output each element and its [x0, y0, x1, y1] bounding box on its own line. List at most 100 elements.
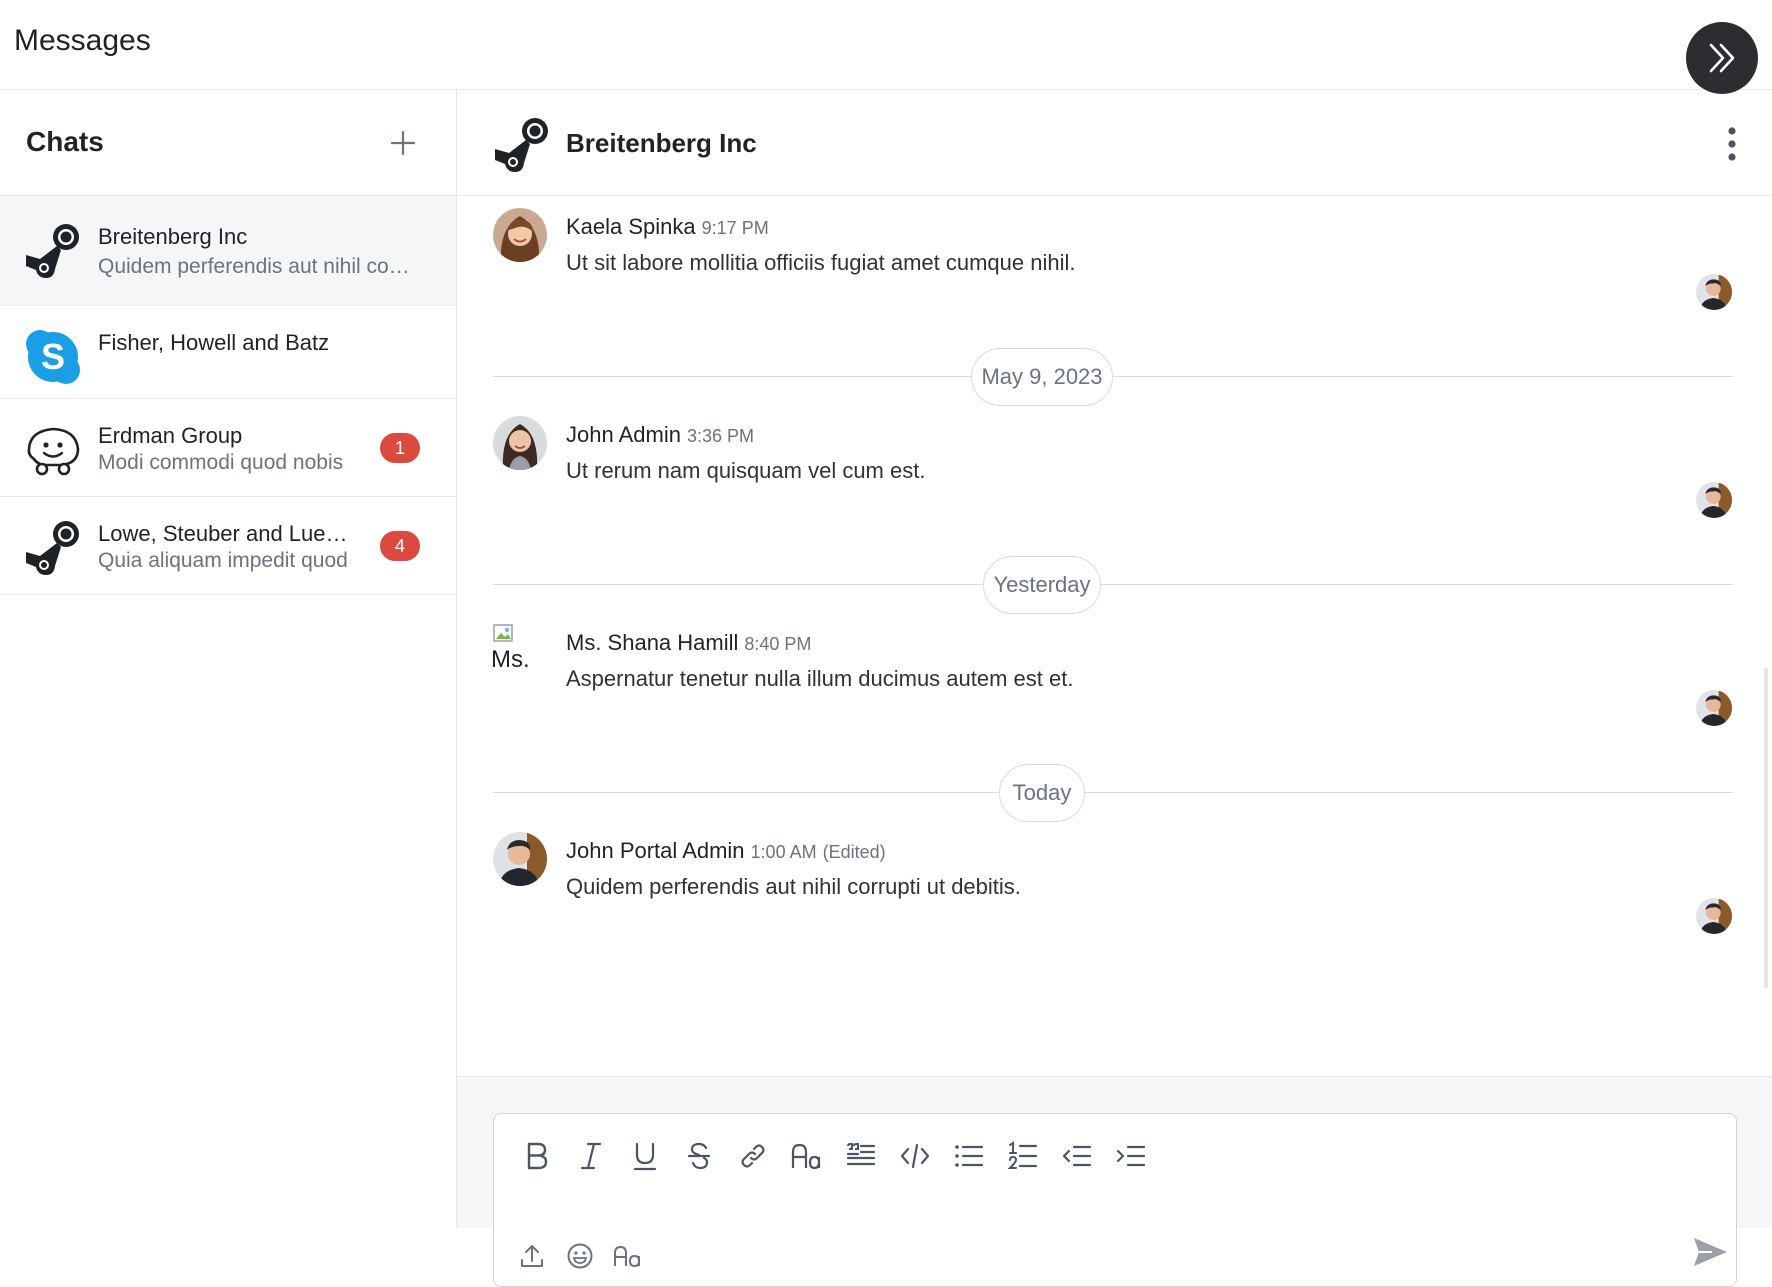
outdent-icon: [1062, 1145, 1092, 1167]
date-divider: May 9, 2023: [493, 348, 1733, 406]
formatting-toolbar: [516, 1134, 1164, 1178]
quote-button[interactable]: [840, 1134, 882, 1178]
message-item: John Portal Admin 1:00 AM (Edited) Quidem …: [493, 832, 1733, 942]
scrollbar[interactable]: [1764, 668, 1768, 988]
read-receipt-avatar: [1696, 274, 1732, 310]
message-time: 3:36 PM: [686, 426, 755, 446]
message-sender: John Admin: [566, 422, 681, 447]
message-meta: John Portal Admin 1:00 AM (Edited): [566, 838, 886, 864]
quote-icon: [846, 1143, 876, 1166]
message-text: Quidem perferendis aut nihil corrupti ut…: [566, 874, 1021, 899]
avatar: [493, 416, 547, 470]
message-meta: Kaela Spinka 9:17 PM: [566, 214, 769, 240]
app-title: Messages: [14, 24, 151, 57]
date-divider-label: Today: [999, 764, 1085, 822]
message-meta: Ms. Shana Hamill 8:40 PM: [566, 630, 811, 656]
upload-button[interactable]: [512, 1236, 552, 1276]
date-divider-label: May 9, 2023: [971, 348, 1113, 406]
read-receipt-avatar: [1696, 898, 1732, 934]
read-receipt-avatar: [1696, 482, 1732, 518]
bold-icon: [527, 1142, 548, 1170]
text-size-icon: [791, 1143, 821, 1170]
composer-area: [457, 1076, 1772, 1287]
numbered-list-button[interactable]: [1002, 1134, 1044, 1178]
numbered-list-icon: [1008, 1141, 1038, 1169]
svg-text:S: S: [41, 336, 65, 377]
date-divider: Today: [493, 764, 1733, 822]
conversation-header: Breitenberg Inc: [457, 90, 1772, 196]
strikethrough-button[interactable]: [678, 1134, 720, 1178]
italic-icon: [580, 1142, 602, 1170]
chat-sidebar: Chats Breitenberg Inc Quidem perferendis…: [0, 90, 457, 1228]
chats-title: Chats: [26, 126, 104, 157]
formatting-icon: [614, 1245, 640, 1268]
bold-button[interactable]: [516, 1134, 558, 1178]
date-divider: Yesterday: [493, 556, 1733, 614]
chat-item-name: Lowe, Steuber and Lueilwitz: [98, 521, 350, 546]
sidebar-header: Chats: [0, 90, 456, 196]
text-size-button[interactable]: [786, 1134, 828, 1178]
chat-item-preview: Quidem perferendis aut nihil corrupti ut…: [98, 255, 413, 278]
message-sender: Ms. Shana Hamill: [566, 630, 739, 655]
unread-badge: 1: [380, 433, 420, 463]
bullet-list-button[interactable]: [948, 1134, 990, 1178]
message-item: Ms. Ms. Shana Hamill 8:40 PM Aspernatur t…: [491, 624, 1733, 734]
message-text: Ut sit labore mollitia officiis fugiat a…: [566, 250, 1076, 275]
waze-logo-icon: [27, 427, 80, 476]
more-options-icon[interactable]: [1717, 124, 1747, 164]
message-meta: John Admin 3:36 PM: [566, 422, 754, 448]
message-time: 9:17 PM: [701, 218, 769, 238]
read-receipt-avatar: [1696, 690, 1732, 726]
emoji-icon: [567, 1243, 593, 1269]
chat-item-preview: Modi commodi quod nobis: [98, 451, 344, 474]
avatar: Ms.: [491, 624, 547, 678]
message-item: Kaela Spinka 9:17 PM Ut sit labore mollit…: [493, 208, 1733, 318]
chat-item-breitenberg-inc[interactable]: Breitenberg Inc Quidem perferendis aut n…: [0, 196, 456, 306]
avatar-alt-text: Ms.: [491, 646, 530, 673]
conversation-panel: Breitenberg Inc Kaela Spinka 9:17 PM Ut s…: [457, 90, 1772, 1287]
message-composer[interactable]: [493, 1113, 1737, 1287]
message-list[interactable]: Kaela Spinka 9:17 PM Ut sit labore mollit…: [457, 196, 1772, 1076]
top-bar: Messages: [0, 0, 1772, 94]
broken-image-icon: [493, 624, 513, 642]
unread-badge: 4: [380, 531, 420, 561]
send-icon[interactable]: [1690, 1232, 1730, 1272]
bullet-list-icon: [955, 1145, 984, 1167]
message-text: Ut rerum nam quisquam vel cum est.: [566, 458, 926, 483]
emoji-button[interactable]: [560, 1236, 600, 1276]
chat-item-erdman-group[interactable]: Erdman Group Modi commodi quod nobis 1: [0, 399, 456, 497]
message-sender: John Portal Admin: [566, 838, 745, 863]
composer-actions: [512, 1236, 656, 1276]
code-button[interactable]: [894, 1134, 936, 1178]
link-icon: [741, 1144, 765, 1168]
add-chat-icon[interactable]: [388, 128, 418, 158]
italic-button[interactable]: [570, 1134, 612, 1178]
skype-logo-icon: S: [26, 330, 80, 384]
indent-icon: [1116, 1145, 1146, 1167]
date-divider-label: Yesterday: [983, 556, 1101, 614]
chat-item-fisher-howell-batz[interactable]: S Fisher, Howell and Batz: [0, 306, 456, 399]
conversation-title: Breitenberg Inc: [566, 128, 757, 158]
chat-item-preview: Quia aliquam impedit quod: [98, 549, 348, 572]
expand-panel-button[interactable]: [1686, 22, 1758, 94]
strikethrough-icon: [687, 1142, 711, 1170]
message-text: Aspernatur tenetur nulla illum ducimus a…: [566, 666, 1074, 691]
indent-button[interactable]: [1110, 1134, 1152, 1178]
chat-item-name: Erdman Group: [98, 423, 243, 448]
avatar: [493, 208, 547, 262]
underline-button[interactable]: [624, 1134, 666, 1178]
link-button[interactable]: [732, 1134, 774, 1178]
code-icon: [900, 1143, 930, 1169]
steam-logo-icon: [493, 116, 551, 174]
chat-item-name: Fisher, Howell and Batz: [98, 330, 330, 355]
chat-item-lowe-steuber-lueilwitz[interactable]: Lowe, Steuber and Lueilwitz Quia aliquam…: [0, 497, 456, 595]
message-item: John Admin 3:36 PM Ut rerum nam quisquam …: [493, 416, 1733, 526]
message-time: 8:40 PM: [744, 634, 812, 654]
steam-logo-icon: [24, 222, 82, 280]
chat-item-name: Breitenberg Inc: [98, 224, 248, 249]
message-time: 1:00 AM: [750, 842, 817, 862]
formatting-toggle-button[interactable]: [608, 1236, 648, 1276]
steam-logo-icon: [24, 519, 82, 577]
double-chevron-right-icon: [1709, 43, 1735, 73]
outdent-button[interactable]: [1056, 1134, 1098, 1178]
